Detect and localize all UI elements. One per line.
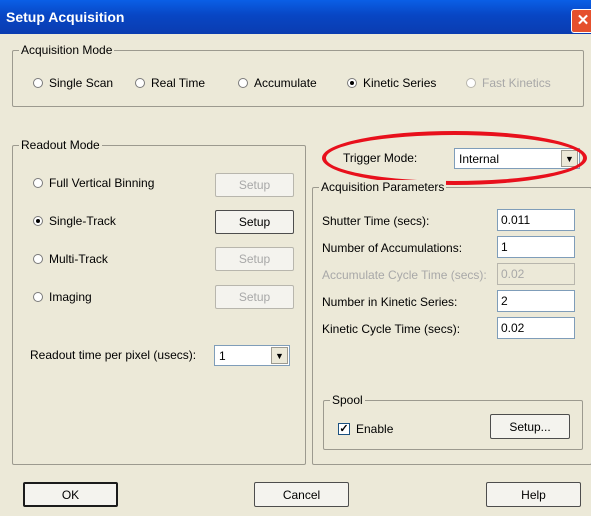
radio-circle-icon	[33, 78, 43, 88]
radio-circle-icon	[33, 178, 43, 188]
fvb-setup-button[interactable]: Setup	[215, 173, 294, 197]
radio-label: Single-Track	[49, 214, 116, 228]
close-icon[interactable]: ✕	[571, 9, 591, 33]
chevron-down-icon[interactable]: ▼	[271, 347, 288, 364]
readout-time-label: Readout time per pixel (usecs):	[30, 348, 197, 362]
shutter-time-label: Shutter Time (secs):	[322, 214, 430, 228]
radio-label: Multi-Track	[49, 252, 108, 266]
radio-real-time[interactable]: Real Time	[135, 76, 205, 90]
acquisition-parameters-label: Acquisition Parameters	[319, 180, 447, 194]
readout-mode-label: Readout Mode	[19, 138, 102, 152]
accumulate-cycle-time-input[interactable]: 0.02	[497, 263, 575, 285]
trigger-highlight-ellipse	[322, 131, 587, 185]
spool-label: Spool	[330, 393, 365, 407]
checkmark-icon: ✓	[338, 423, 350, 435]
readout-time-value: 1	[219, 349, 226, 363]
title-bar[interactable]: Setup Acquisition ✕	[0, 0, 591, 34]
spool-enable-label: Enable	[356, 422, 394, 436]
radio-single-scan[interactable]: Single Scan	[33, 76, 113, 90]
single-track-setup-button[interactable]: Setup	[215, 210, 294, 234]
num-kinetic-series-input[interactable]: 2	[497, 290, 575, 312]
radio-circle-icon	[33, 254, 43, 264]
radio-fast-kinetics[interactable]: Fast Kinetics	[466, 76, 551, 90]
radio-label: Full Vertical Binning	[49, 176, 155, 190]
accumulate-cycle-time-label: Accumulate Cycle Time (secs):	[322, 268, 487, 282]
radio-label: Fast Kinetics	[482, 76, 551, 90]
radio-label: Single Scan	[49, 76, 114, 90]
radio-label: Accumulate	[254, 76, 317, 90]
shutter-time-input[interactable]: 0.011	[497, 209, 575, 231]
radio-circle-icon	[135, 78, 145, 88]
radio-circle-icon	[466, 78, 476, 88]
readout-time-select[interactable]: 1 ▼	[214, 345, 290, 366]
spool-enable-checkbox[interactable]: ✓ Enable	[338, 422, 393, 436]
num-accumulations-label: Number of Accumulations:	[322, 241, 463, 255]
radio-circle-icon	[33, 292, 43, 302]
num-kinetic-series-label: Number in Kinetic Series:	[322, 295, 458, 309]
radio-selected-icon	[33, 216, 43, 226]
radio-accumulate[interactable]: Accumulate	[238, 76, 317, 90]
radio-label: Real Time	[151, 76, 206, 90]
radio-selected-icon	[347, 78, 357, 88]
multi-track-setup-button[interactable]: Setup	[215, 247, 294, 271]
radio-full-vertical-binning[interactable]: Full Vertical Binning	[33, 176, 154, 190]
help-button[interactable]: Help	[486, 482, 581, 507]
num-accumulations-input[interactable]: 1	[497, 236, 575, 258]
acquisition-mode-label: Acquisition Mode	[19, 43, 115, 57]
cancel-button[interactable]: Cancel	[254, 482, 349, 507]
spool-setup-button[interactable]: Setup...	[490, 414, 570, 439]
radio-circle-icon	[238, 78, 248, 88]
radio-imaging[interactable]: Imaging	[33, 290, 92, 304]
imaging-setup-button[interactable]: Setup	[215, 285, 294, 309]
radio-single-track[interactable]: Single-Track	[33, 214, 116, 228]
radio-label: Imaging	[49, 290, 92, 304]
kinetic-cycle-time-input[interactable]: 0.02	[497, 317, 575, 339]
radio-multi-track[interactable]: Multi-Track	[33, 252, 108, 266]
setup-acquisition-dialog: Setup Acquisition ✕ Acquisition Mode Sin…	[0, 0, 591, 516]
radio-kinetic-series[interactable]: Kinetic Series	[347, 76, 436, 90]
radio-label: Kinetic Series	[363, 76, 437, 90]
ok-button[interactable]: OK	[23, 482, 118, 507]
window-title: Setup Acquisition	[6, 9, 125, 25]
kinetic-cycle-time-label: Kinetic Cycle Time (secs):	[322, 322, 461, 336]
